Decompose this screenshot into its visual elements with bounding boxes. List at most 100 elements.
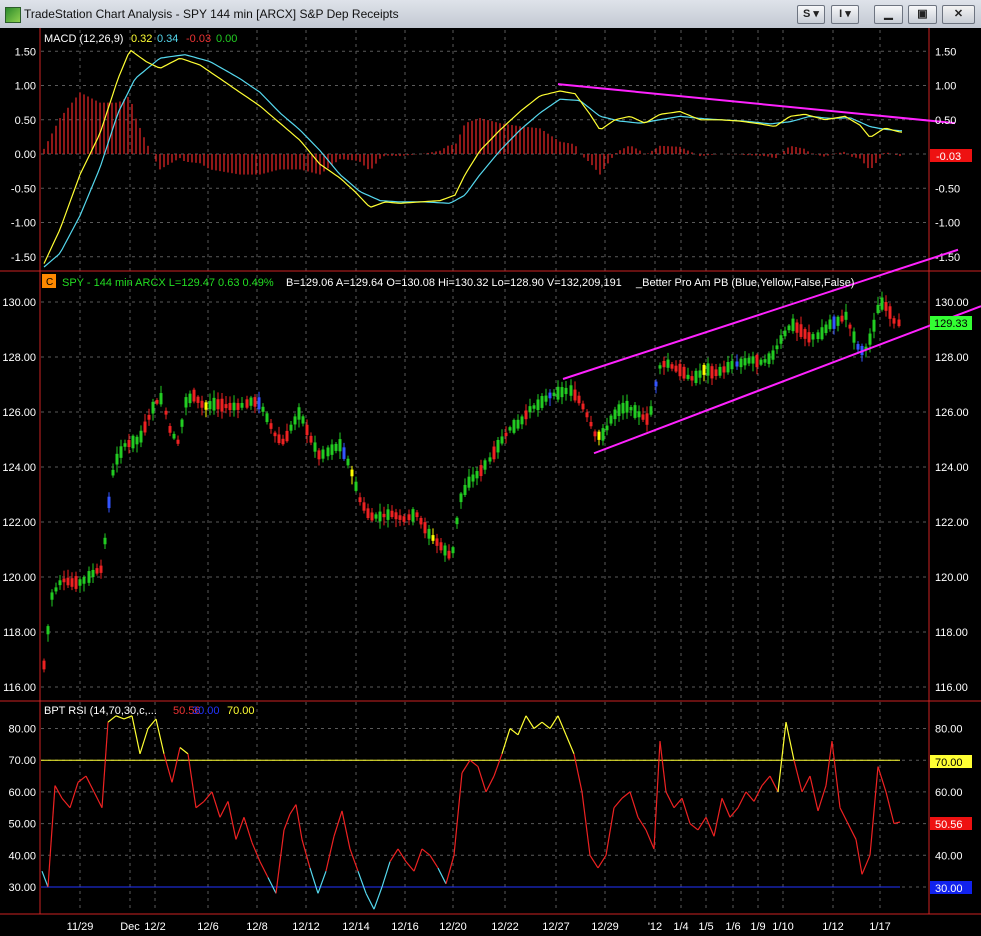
price-bar-body [532,405,536,409]
price-bar-body [435,538,439,546]
price-bar-body [131,435,135,449]
price-bar-body [350,469,354,477]
price-bar-body [662,360,666,368]
macd-axis-label-right: -0.50 [935,183,960,195]
price-bar-body [289,424,293,431]
price-bar-body [649,406,653,415]
price-bar-body [334,443,338,451]
date-label: 1/4 [673,921,688,933]
date-label: 1/12 [822,921,843,933]
chart-area[interactable]: MACD (12,26,9) 0.32 0.34 -0.03 0.00 1.50… [0,28,981,936]
price-bar-body [184,397,188,408]
price-bar-body [70,578,74,587]
date-label: 12/27 [542,921,570,933]
price-bar-body [593,431,597,437]
price-axis-label-left: 120.00 [2,572,36,584]
macd-axis-label-left: 0.50 [15,115,36,127]
price-bar-body [601,428,605,441]
price-bar-body [301,416,305,424]
price-bar-body [524,410,528,420]
rsi-axis-label-right: 80.00 [935,724,963,736]
price-bar-body [277,434,281,444]
price-bar-body [589,421,593,427]
price-bar-body [735,361,739,367]
price-bar-body [451,547,455,554]
price-bar-body [836,316,840,326]
price-bar-body [828,319,832,330]
style-button-label: S [803,8,811,20]
price-bar-body [508,427,512,431]
price-bar-body [362,502,366,511]
minimize-button[interactable]: ▁ [874,5,903,24]
price-bar-body [536,399,540,411]
date-label: 1/6 [725,921,740,933]
price-bar-body [427,528,431,539]
price-bar-body [670,364,674,369]
macd-axis-label-left: 1.50 [15,46,36,58]
price-bar-body [690,376,694,381]
rsi-axis-label-left: 30.00 [8,882,36,894]
macd-axis-label-left: -1.00 [11,218,36,230]
title-bar: TradeStation Chart Analysis - SPY 144 mi… [0,0,981,29]
price-bar-body [897,319,901,327]
price-bar-body [151,401,155,414]
indicator-menu-button[interactable]: I ▾ [831,5,859,24]
price-bar-body [613,409,617,420]
price-axis-label-left: 118.00 [3,627,36,639]
price-bar-body [751,356,755,364]
date-label: 12/16 [391,921,419,933]
price-axis-label-left: 128.00 [2,352,36,364]
price-bar-body [512,419,516,433]
date-label: 1/9 [750,921,765,933]
date-label: 12/6 [197,921,218,933]
close-button[interactable]: ✕ [942,5,975,24]
price-bar-body [880,297,884,310]
price-bar-body [443,545,447,556]
price-bar-body [637,411,641,418]
rsi-30-tag-text: 30.00 [935,883,963,895]
price-bar-body [269,423,273,429]
price-bar-body [552,392,556,396]
price-bar-body [87,571,91,583]
price-last-tag-text: 129.33 [934,318,968,330]
price-bar-body [621,402,625,414]
price-bar-body [775,345,779,350]
price-bar-body [730,361,734,370]
price-bar-body [164,410,168,415]
restore-button[interactable]: ▣ [908,5,937,24]
price-bar-body [338,439,342,452]
price-bar-body [755,354,759,368]
tradestation-app-icon [5,7,21,23]
rsi-axis-label-left: 70.00 [8,755,36,767]
price-bar-body [722,366,726,373]
price-bar-body [718,366,722,376]
price-bar-body [321,449,325,459]
price-bar-body [492,446,496,460]
price-bar-body [876,304,880,314]
date-label: Dec [120,921,140,933]
price-bar-body [370,512,374,521]
price-bar-body [192,389,196,402]
price-bar-body [127,439,131,448]
price-bar-body [884,301,888,311]
date-label: 12/8 [246,921,267,933]
price-bar-body [564,387,568,395]
price-bar-body [856,344,860,350]
price-bar-body [374,514,378,519]
price-axis-label-right: 122.00 [935,517,969,529]
price-bar-body [840,315,844,322]
style-menu-button[interactable]: S ▾ [797,5,825,24]
macd-last-tag-text: -0.03 [936,151,961,163]
price-bar-body [520,416,524,425]
price-axis-label-left: 116.00 [3,682,36,694]
price-bar-body [147,414,151,420]
price-bar-body [528,406,532,413]
price-bar-body [573,389,577,401]
price-bar-body [844,311,848,320]
rsi-low-value: 30.00 [192,705,220,717]
price-bar-body [382,513,386,518]
price-bar-body [99,565,103,573]
price-bar-body [281,438,285,445]
price-bar-body [220,398,224,412]
price-bar-body [795,322,799,333]
